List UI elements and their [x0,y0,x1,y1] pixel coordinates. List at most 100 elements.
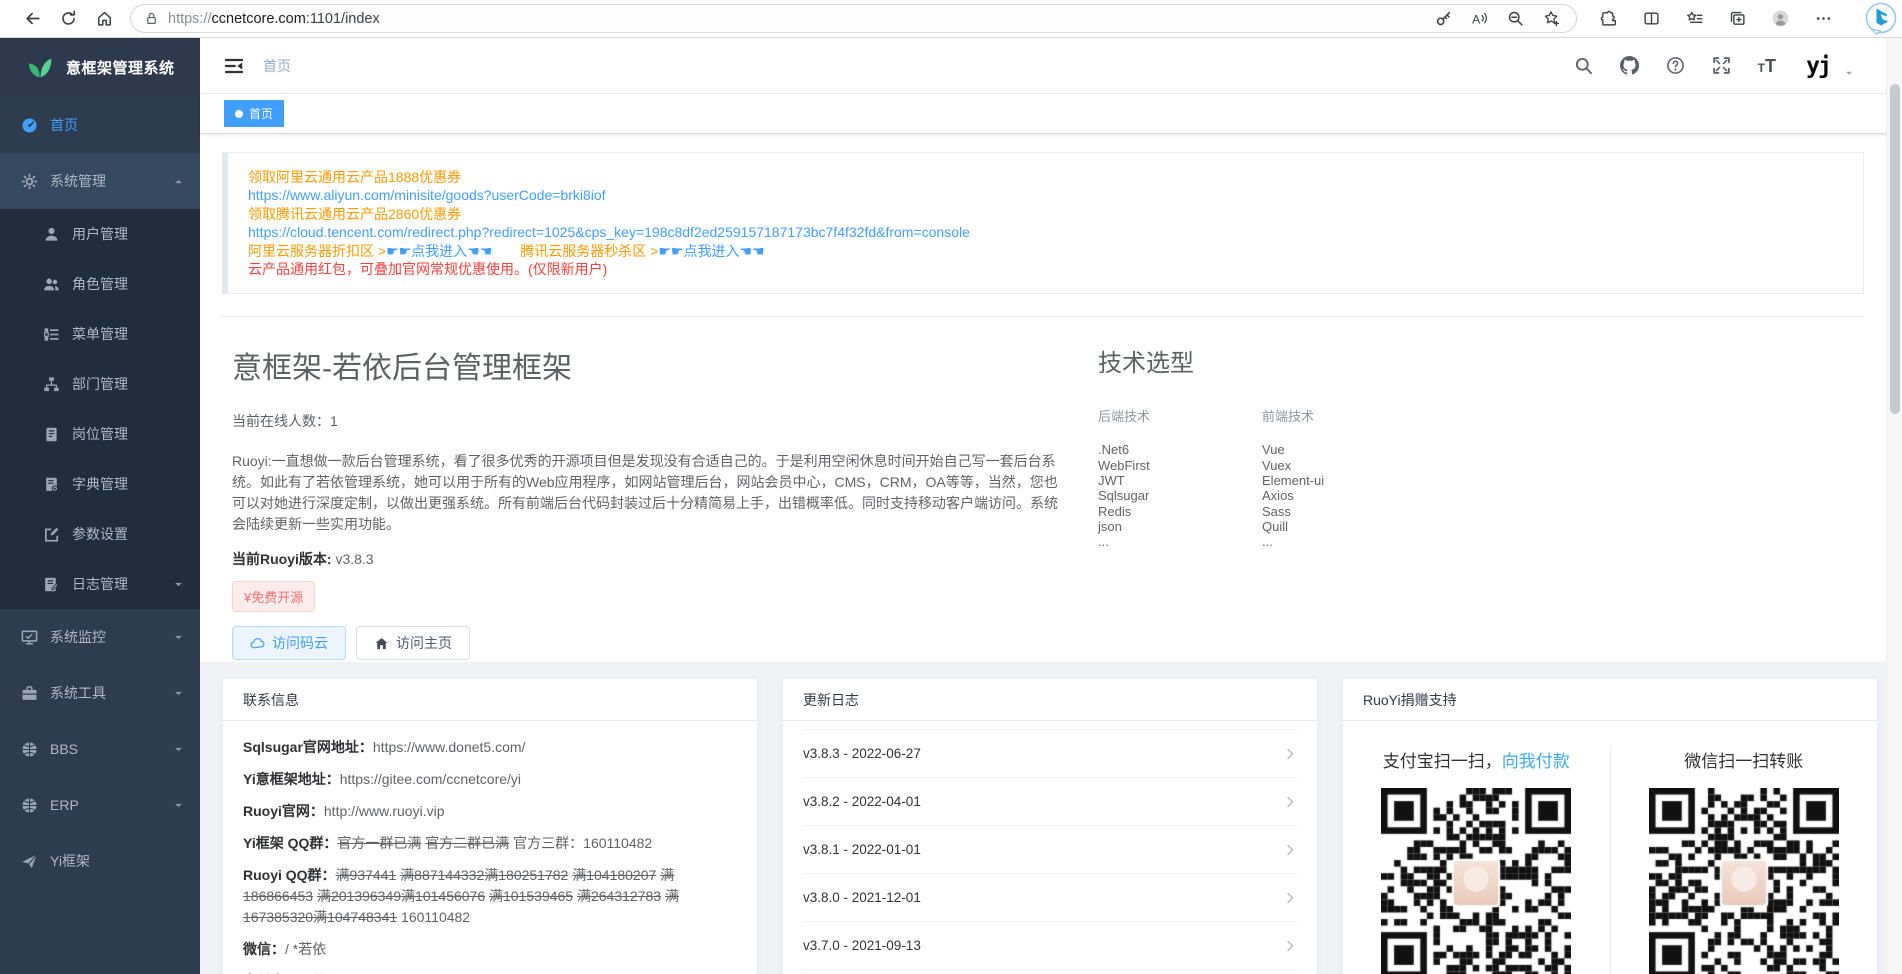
extensions-button[interactable] [1595,4,1621,34]
menu-list-icon [43,326,60,343]
visit-homepage-button[interactable]: 访问主页 [356,626,470,660]
scrollbar-thumb[interactable] [1890,84,1900,414]
search-button[interactable] [1574,56,1593,75]
sidebar-item-bbs[interactable]: BBS [0,721,200,777]
notice-link[interactable]: ☛☛点我进入☚☚ [658,243,764,259]
breadcrumb[interactable]: 首页 [263,56,291,76]
main-area: 首页 TT yj 首页 领取阿里云通用云产品1888优惠券https://www… [200,38,1886,974]
sidebar-item-erp[interactable]: ERP [0,777,200,833]
sidebar-item-dept-mgmt[interactable]: 部门管理 [0,359,200,409]
badge-icon [43,426,60,443]
pay-me-link[interactable]: 向我付款 [1502,752,1570,771]
page-content: 领取阿里云通用云产品1888优惠券https://www.aliyun.com/… [200,134,1886,974]
notice-line: 云产品通用红包，可叠加官网常规优惠使用。(仅限新用户) [248,260,1843,278]
sidebar-item-log-mgmt[interactable]: 日志管理 [0,559,200,609]
notice-link[interactable]: https://cloud.tencent.com/redirect.php?r… [248,224,970,240]
announcement-box: 领取阿里云通用云产品1888优惠券https://www.aliyun.com/… [222,152,1864,294]
app-logo[interactable]: 意框架管理系统 [0,38,200,97]
sidebar-item-yi-framework[interactable]: Yi框架 [0,833,200,889]
changelog-row[interactable]: v3.8.1 - 2022-01-01 [803,826,1297,874]
donate-card-body: 支付宝扫一扫，向我付款 微信扫一扫转账 [1343,721,1877,974]
tech-item: ... [1262,534,1324,549]
font-size-button[interactable]: TT [1758,57,1776,75]
sidebar-item-label: 字典管理 [72,474,128,494]
notice-line: https://cloud.tencent.com/redirect.php?r… [248,223,1843,241]
fullscreen-button[interactable] [1712,56,1731,75]
contact-label: Sqlsugar官网地址： [243,739,373,755]
caret-down-icon [173,632,184,643]
contact-value: 官方三群：160110482 [509,835,652,851]
bing-discover-button[interactable] [1863,1,1899,37]
notice-text: 阿里云服务器折扣区 > [248,243,386,259]
refresh-button[interactable] [50,4,86,34]
changelog-row[interactable]: v3.7.0 - 2021-09-13 [803,922,1297,970]
contact-label: Yi意框架地址： [243,771,340,787]
github-button[interactable] [1620,56,1639,75]
refresh-icon [60,10,77,27]
sidebar-item-system-tools[interactable]: 系统工具 [0,665,200,721]
sidebar-item-menu-mgmt[interactable]: 菜单管理 [0,309,200,359]
sidebar-item-role-mgmt[interactable]: 角色管理 [0,259,200,309]
profile-button[interactable] [1767,4,1793,34]
contact-label: Ruoyi QQ群： [243,867,336,883]
sidebar-item-label: BBS [50,741,78,757]
password-key-button[interactable] [1428,4,1458,34]
alipay-column: 支付宝扫一扫，向我付款 [1343,747,1611,974]
collections-button[interactable] [1724,4,1750,34]
split-screen-button[interactable] [1638,4,1664,34]
tech-item: Vue [1262,442,1324,457]
lock-icon [144,11,159,26]
changelog-row[interactable]: v3.8.0 - 2021-12-01 [803,874,1297,922]
contact-row: Yi框架 QQ群：官方一群已满 官方二群已满 官方三群：160110482 [243,833,737,854]
favorites-button[interactable] [1681,4,1707,34]
sidebar-item-post-mgmt[interactable]: 岗位管理 [0,409,200,459]
sidebar-item-param-settings[interactable]: 参数设置 [0,509,200,559]
caret-down-icon [173,579,184,590]
notice-line: 领取阿里云通用云产品1888优惠券 [248,168,1843,186]
tech-item: json [1098,519,1150,534]
sidebar-item-user-mgmt[interactable]: 用户管理 [0,209,200,259]
tech-item: ... [1098,534,1150,549]
changelog-row[interactable]: v3.8.3 - 2022-06-27 [803,730,1297,778]
contact-value: https://www.donet5.com/ [373,739,526,755]
back-button[interactable] [14,4,50,34]
menu-fold-icon[interactable] [224,56,244,76]
visit-gitee-button[interactable]: 访问码云 [232,626,346,660]
user-avatar[interactable]: yj [1803,51,1833,81]
sidebar-item-system-monitor[interactable]: 系统监控 [0,609,200,665]
help-button[interactable] [1666,56,1685,75]
screen: https://ccnetcore.com:1101/index A [0,0,1902,974]
sidebar-item-label: 系统监控 [50,627,106,647]
read-aloud-button[interactable]: A [1464,4,1494,34]
tech-item: Axios [1262,488,1324,503]
tech-column: 技术选型 后端技术 .Net6WebFirstJWTSqlsugarRedisj… [1098,343,1324,660]
address-bar[interactable]: https://ccnetcore.com:1101/index A [130,4,1577,33]
wechat-column: 微信扫一扫转账 [1611,747,1878,974]
back-icon [24,10,41,27]
caret-down-icon[interactable] [1844,68,1854,78]
svg-text:A: A [1472,12,1481,26]
sidebar-item-system-mgmt[interactable]: 系统管理 [0,153,200,209]
settings-menu-button[interactable] [1810,4,1836,34]
donate-card-header: RuoYi捐赠支持 [1343,679,1877,721]
changelog-version: v3.8.1 - 2022-01-01 [803,842,921,857]
read-aloud-icon: A [1471,10,1488,27]
contact-value: 满937441 [336,867,397,883]
sidebar-item-home[interactable]: 首页 [0,97,200,153]
yj-avatar: yj [1806,53,1830,79]
org-icon [43,376,60,393]
sidebar-item-label: ERP [50,797,79,813]
tab-首页[interactable]: 首页 [224,100,284,127]
notice-link[interactable]: https://www.aliyun.com/minisite/goods?us… [248,187,606,203]
zoom-out-button[interactable] [1500,4,1530,34]
app-window: 意框架管理系统 首页系统管理用户管理角色管理菜单管理部门管理岗位管理字典管理参数… [0,38,1886,974]
contact-value: 满264312783 [577,888,661,904]
page-scrollbar[interactable] [1886,38,1902,974]
changelog-row[interactable]: v3.8.2 - 2022-04-01 [803,778,1297,826]
notice-link[interactable]: ☛☛点我进入☚☚ [386,243,492,259]
browser-home-button[interactable] [86,4,122,34]
sidebar-item-dict-mgmt[interactable]: 字典管理 [0,459,200,509]
tech-item: .Net6 [1098,442,1150,457]
add-favorite-button[interactable] [1536,4,1566,34]
sidebar-item-label: 系统管理 [50,171,106,191]
